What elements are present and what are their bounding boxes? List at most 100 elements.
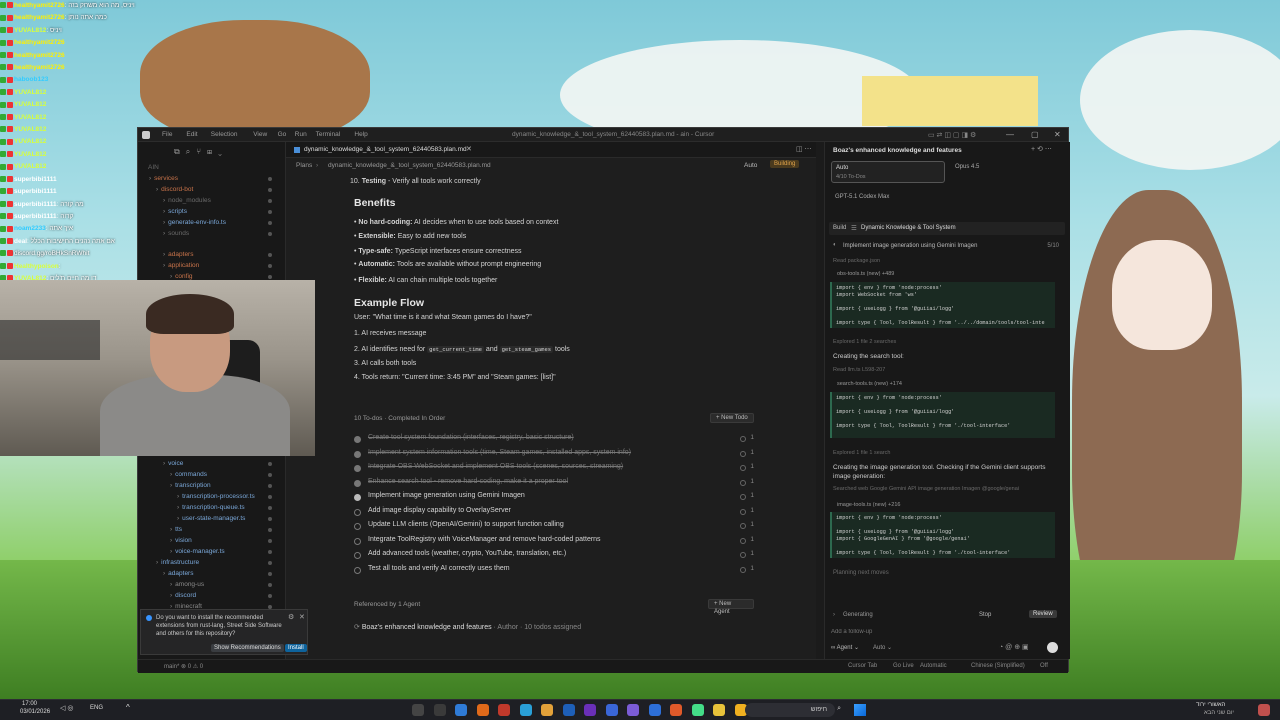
explorer-root[interactable]: AIN <box>148 164 159 171</box>
breadcrumb-file[interactable]: dynamic_knowledge_&_tool_system_62440583… <box>328 162 491 169</box>
todo-item[interactable]: Integrate OBS WebSocket and implement OB… <box>354 463 754 476</box>
mode-select[interactable]: Auto <box>744 162 757 169</box>
new-todo-button[interactable]: + New Todo <box>710 413 754 423</box>
taskbar-app-icon[interactable] <box>670 704 682 716</box>
tray-expand-icon[interactable]: ^ <box>126 703 130 712</box>
assign-icon[interactable] <box>740 494 746 500</box>
taskbar-app-icon[interactable] <box>648 704 661 716</box>
menu-selection[interactable]: Selection <box>211 131 238 138</box>
menu-help[interactable]: Help <box>354 131 367 138</box>
todo-status-icon[interactable] <box>354 566 361 574</box>
close-button[interactable]: ✕ <box>1054 130 1061 139</box>
split-editor-icon[interactable]: ◫ ⋯ <box>796 145 812 153</box>
todo-status-icon[interactable] <box>354 523 361 530</box>
notification-settings-icon[interactable]: ⚙ <box>288 613 294 621</box>
tray-icons[interactable]: ◁ ◎ <box>60 704 73 712</box>
taskbar-app-icon[interactable] <box>455 704 467 716</box>
todo-item[interactable]: Implement system information tools (time… <box>354 449 754 462</box>
tree-item[interactable]: › user-state-manager.ts <box>177 515 272 522</box>
taskbar-app-icon[interactable] <box>519 704 532 716</box>
todo-item[interactable]: Add advanced tools (weather, crypto, You… <box>354 550 754 563</box>
tree-item[interactable]: › adapters <box>163 570 272 577</box>
building-button[interactable]: Building <box>770 160 800 168</box>
taskbar-app-icon[interactable] <box>713 704 725 716</box>
todo-status-icon[interactable] <box>354 436 361 443</box>
git-status[interactable]: main* ⊗ 0 ⚠ 0 <box>164 663 203 670</box>
assign-icon[interactable] <box>740 479 746 486</box>
tree-item[interactable]: › tts <box>170 526 272 533</box>
referenced-agent-item[interactable]: ⟳ Boaz's enhanced knowledge and features… <box>354 623 581 631</box>
status-off[interactable]: Off <box>1040 663 1048 669</box>
taskbar-app-icon[interactable] <box>476 704 489 716</box>
todo-item[interactable]: Create tool system foundation (interface… <box>354 434 754 447</box>
clock-date[interactable]: 03/01/2026 <box>20 709 50 715</box>
assign-icon[interactable] <box>740 436 746 442</box>
todo-status-icon[interactable] <box>354 552 361 559</box>
tree-item[interactable]: › vision <box>170 537 272 544</box>
tree-item[interactable]: › infrastructure <box>156 559 272 566</box>
tree-item[interactable]: › transcription-queue.ts <box>177 504 272 511</box>
menu-view[interactable]: View <box>253 131 267 138</box>
menu-edit[interactable]: Edit <box>186 131 197 138</box>
taskbar-app-icon[interactable] <box>412 704 424 716</box>
tree-item[interactable]: › transcription-processor.ts <box>177 493 272 500</box>
assign-icon[interactable] <box>740 523 746 529</box>
file-search-tools[interactable]: search-tools.ts (new) +174 <box>837 381 902 387</box>
keyboard-language[interactable]: ENG <box>90 705 103 711</box>
status-go-live[interactable]: Go Live <box>893 663 914 669</box>
tree-item[interactable]: › commands <box>170 471 272 478</box>
tree-item[interactable]: › adapters <box>163 251 272 258</box>
tree-item[interactable]: › voice-manager.ts <box>170 548 272 555</box>
install-button[interactable]: Install <box>285 644 307 652</box>
taskbar-app-icon[interactable] <box>541 704 553 716</box>
todo-item[interactable]: Test all tools and verify AI correctly u… <box>354 565 754 578</box>
model-auto-option[interactable]: Auto 4/10 To-Dos <box>831 161 945 183</box>
taskbar-app-icon[interactable] <box>562 704 575 716</box>
tree-item[interactable]: › sounds <box>163 230 272 237</box>
plan-bar[interactable]: Build ☰ Dynamic Knowledge & Tool System <box>829 222 1065 235</box>
taskbar-app-icon[interactable] <box>691 704 704 716</box>
todo-status-icon[interactable] <box>354 494 361 501</box>
model-gpt-option[interactable]: GPT-5.1 Codex Max <box>835 194 889 200</box>
composer-icons[interactable]: ◔ @ ⊕ ▣ <box>999 643 1029 651</box>
status-cursor-tab[interactable]: Cursor Tab <box>848 663 877 669</box>
menu-terminal[interactable]: Terminal <box>316 131 341 138</box>
tree-item[interactable]: › config <box>170 273 272 280</box>
tree-item[interactable]: › voice <box>163 460 272 467</box>
taskbar-app-icon[interactable] <box>584 704 596 716</box>
weather-text[interactable]: האשורי ירוד <box>1196 702 1225 708</box>
taskbar-app-icon[interactable] <box>498 704 510 716</box>
tree-item[interactable]: › transcription <box>170 482 272 489</box>
todo-status-icon[interactable] <box>354 537 361 545</box>
agent-mode-select[interactable]: ∞ Agent ⌄ <box>831 644 859 651</box>
tree-item[interactable]: › discord-bot <box>156 186 272 193</box>
menu-go[interactable]: Go <box>278 131 287 138</box>
minimize-button[interactable]: — <box>1006 130 1014 139</box>
weather-subtext[interactable]: יום שני הבא <box>1204 710 1234 716</box>
status-automatic[interactable]: Automatic <box>920 663 947 669</box>
assign-icon[interactable] <box>740 552 746 558</box>
taskbar-search[interactable]: חיפוש ⌕ <box>745 703 841 717</box>
todo-item[interactable]: Update LLM clients (OpenAI/Gemini) to su… <box>354 521 754 534</box>
tree-item[interactable]: › generate-env-info.ts <box>163 219 272 226</box>
file-image-tools[interactable]: image-tools.ts (new) +216 <box>837 502 900 508</box>
tree-item[interactable]: › application <box>163 262 272 269</box>
status-language[interactable]: Chinese (Simplified) <box>971 663 1025 669</box>
follow-up-input[interactable] <box>831 626 1063 638</box>
clock-time[interactable]: 17:00 <box>22 701 37 707</box>
tree-item[interactable]: › services <box>149 175 272 182</box>
model-select[interactable]: Auto ⌄ <box>873 644 892 651</box>
tree-item[interactable]: › scripts <box>163 208 272 215</box>
model-opus-option[interactable]: Opus 4.5 <box>953 161 1063 183</box>
assign-icon[interactable] <box>740 465 746 471</box>
taskbar-app-icon[interactable] <box>433 704 446 716</box>
tree-item[interactable]: › discord <box>170 592 272 599</box>
send-stop-button[interactable] <box>1047 642 1058 653</box>
breadcrumb-plans[interactable]: Plans <box>296 162 312 169</box>
tree-item[interactable]: › node_modules <box>163 197 272 204</box>
todo-item[interactable]: Enhance search tool - remove hard-coding… <box>354 478 754 491</box>
assign-icon[interactable] <box>740 566 746 573</box>
assign-icon[interactable] <box>740 537 746 544</box>
stop-button[interactable]: Stop <box>979 612 991 618</box>
assign-icon[interactable] <box>740 450 746 457</box>
